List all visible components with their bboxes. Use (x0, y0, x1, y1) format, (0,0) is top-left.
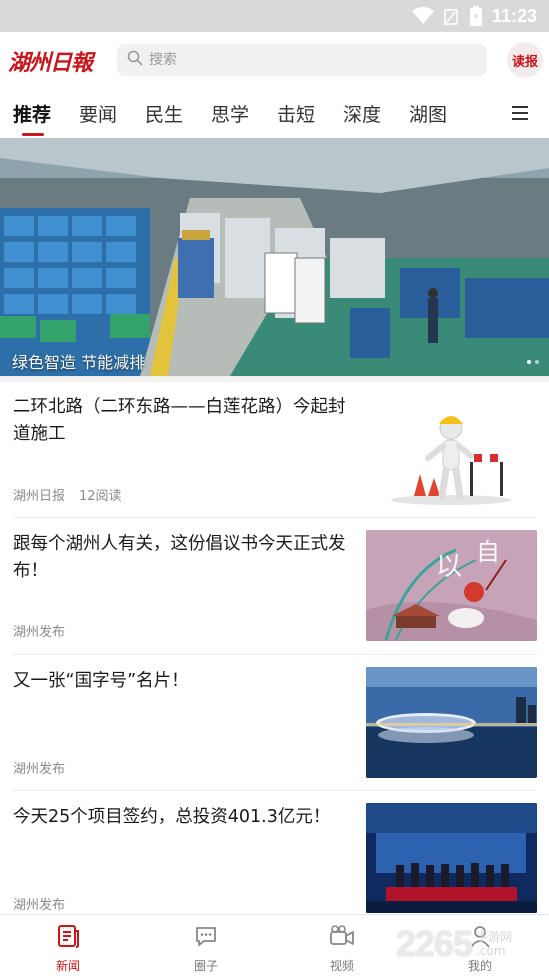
logo-text: 湖州日報 (8, 50, 93, 76)
news-item[interactable]: 二环北路（二环东路——白莲花路）今起封道施工 湖州日报 12阅读 (0, 382, 549, 518)
battery-icon (469, 6, 482, 26)
news-source: 湖州日报 (13, 489, 66, 504)
news-icon (56, 923, 80, 953)
banner-caption: 绿色智造 节能减排 (12, 353, 146, 372)
watermark-subtitle: 手游网 (476, 930, 513, 944)
news-meta: 湖州日报 12阅读 (13, 485, 122, 504)
menu-icon[interactable] (510, 104, 530, 122)
nav-video[interactable]: 视频 (302, 923, 382, 974)
tab-livelihood[interactable]: 民生 (145, 100, 183, 126)
nav-label: 视频 (329, 959, 354, 973)
search-bar[interactable] (117, 44, 487, 76)
app-logo[interactable]: 湖州日報 (8, 46, 100, 76)
news-title: 又一张“国字号”名片！ (13, 671, 189, 691)
news-item[interactable]: 跟每个湖州人有关，这份倡议书今天正式发布！ 湖州发布 以 自 (0, 518, 549, 655)
news-thumbnail (366, 396, 537, 507)
tab-depth[interactable]: 深度 (343, 100, 381, 126)
category-tabs: 推荐 要闻 民生 思学 击短 深度 湖图 (0, 88, 549, 138)
active-tab-indicator (22, 133, 44, 136)
video-icon (328, 923, 356, 953)
news-source: 湖州发布 (13, 762, 66, 777)
tab-recommend[interactable]: 推荐 (13, 100, 51, 126)
tab-study[interactable]: 思学 (211, 100, 249, 126)
news-thumbnail: 以 自 (366, 530, 537, 641)
nav-label: 圈子 (193, 959, 218, 973)
news-source: 湖州发布 (13, 625, 66, 640)
featured-banner[interactable]: 绿色智造 节能减排 (0, 138, 549, 376)
tab-photos[interactable]: 湖图 (409, 100, 447, 126)
site-watermark: 2265 手游网 .com (396, 918, 546, 970)
news-title: 二环北路（二环东路——白莲花路）今起封道施工 (13, 397, 346, 444)
news-meta: 湖州发布 (13, 758, 65, 777)
news-item[interactable]: 今天25个项目签约，总投资401.3亿元！ 湖州发布 (0, 791, 549, 914)
nav-label: 新闻 (55, 959, 80, 973)
news-reads: 12阅读 (79, 489, 122, 504)
watermark-domain: .com (476, 944, 506, 958)
news-thumbnail (366, 803, 537, 913)
watermark-logo-text: 2265 (396, 923, 473, 964)
status-bar: 11:23 (0, 0, 549, 32)
nav-circle[interactable]: 圈子 (166, 923, 246, 974)
svg-text:以: 以 (436, 552, 462, 582)
banner-pagination (527, 360, 539, 364)
news-source: 湖州发布 (13, 898, 66, 913)
wifi-icon (411, 7, 434, 25)
app-header: 湖州日報 读报 (0, 32, 549, 88)
svg-text:自: 自 (476, 538, 500, 566)
news-meta: 湖州发布 (13, 894, 65, 913)
search-icon (127, 50, 143, 70)
news-meta: 湖州发布 (13, 621, 65, 640)
news-title: 跟每个湖州人有关，这份倡议书今天正式发布！ (13, 534, 346, 581)
tab-short[interactable]: 击短 (277, 100, 315, 126)
tab-headlines[interactable]: 要闻 (79, 100, 117, 126)
read-paper-button[interactable]: 读报 (507, 42, 543, 78)
chat-icon (193, 923, 219, 953)
factory-photo (0, 138, 549, 376)
status-time: 11:23 (491, 5, 537, 26)
search-input[interactable] (149, 52, 449, 68)
signal-icon (444, 7, 460, 25)
nav-news[interactable]: 新闻 (28, 923, 108, 974)
news-title: 今天25个项目签约，总投资401.3亿元！ (13, 807, 331, 827)
news-thumbnail (366, 667, 537, 778)
news-item[interactable]: 又一张“国字号”名片！ 湖州发布 (0, 655, 549, 791)
